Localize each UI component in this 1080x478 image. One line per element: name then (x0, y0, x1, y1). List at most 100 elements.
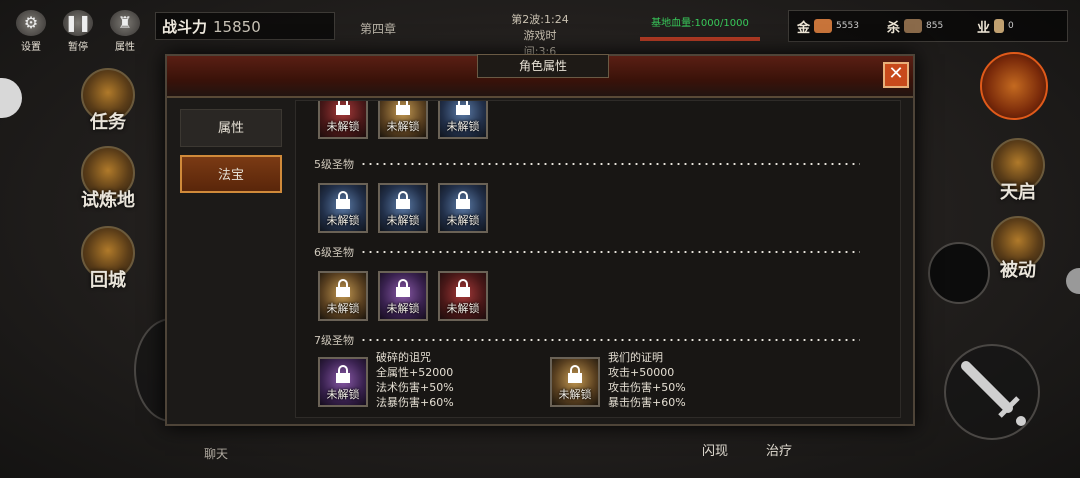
karma-label: 业 (977, 20, 991, 36)
locked-label: 未解锁 (326, 302, 360, 315)
chapter-label: 第四章 (360, 22, 397, 36)
chat-bubble-icon[interactable] (0, 78, 22, 118)
power-value: 15850 (213, 18, 261, 36)
locked-label: 未解锁 (326, 120, 360, 133)
pause-icon: ❚❚ (63, 10, 93, 36)
attributes-icon: ♜ (110, 10, 140, 36)
locked-label: 未解锁 (446, 214, 480, 227)
gold-stat: 金 5553 (797, 17, 887, 36)
relic-slot[interactable]: 未解锁 (438, 271, 488, 321)
skull-icon (904, 19, 923, 33)
gold-icon (814, 19, 833, 33)
lock-icon (336, 101, 350, 115)
attack-button[interactable] (944, 344, 1040, 440)
relic-name: 我们的证明 (608, 351, 663, 364)
pause-button[interactable]: ❚❚ 暂停 (58, 10, 98, 53)
locked-label: 未解锁 (558, 388, 592, 401)
side-toggle-button[interactable] (1066, 268, 1080, 294)
lock-icon (568, 365, 582, 383)
settings-label: 设置 (21, 42, 41, 53)
lock-icon (456, 101, 470, 115)
tab-attributes[interactable]: 属性 (180, 109, 282, 147)
wave-timer: 第2波:1:24 (511, 13, 569, 26)
apocalypse-button[interactable]: 天启 (988, 138, 1048, 204)
kill-stat: 杀 855 (887, 17, 977, 36)
power-label: 战斗力 (162, 18, 208, 36)
quest-label: 任务 (90, 112, 126, 133)
apocalypse-label: 天启 (1000, 182, 1036, 203)
relic-slot[interactable]: 未解锁 (438, 183, 488, 233)
locked-label: 未解锁 (386, 302, 420, 315)
base-hp: 基地血量:1000/1000 (640, 14, 760, 41)
relic-slot-our-proof[interactable]: 未解锁 (550, 357, 600, 407)
lock-icon (336, 191, 350, 209)
section-divider (360, 339, 860, 341)
sword-icon (961, 361, 1026, 426)
relic-slot[interactable]: 未解锁 (318, 183, 368, 233)
close-icon: ✕ (888, 63, 904, 84)
artifact-list[interactable]: 未解锁 未解锁 未解锁 5级圣物 未解锁 未解锁 未解锁 6级圣物 未解锁 未解… (295, 100, 901, 418)
locked-label: 未解锁 (446, 302, 480, 315)
character-attributes-dialog: 角色属性 ✕ 属性 法宝 未解锁 未解锁 未解锁 5级圣物 未解锁 未解锁 未解… (165, 54, 915, 426)
relic-slot[interactable]: 未解锁 (378, 271, 428, 321)
relic-stat: 攻击+50000 (608, 366, 675, 379)
quest-button[interactable]: 任务 (78, 68, 138, 134)
base-hp-label: 基地血量:1000/1000 (651, 18, 749, 29)
relic-info-broken-curse: 破碎的诅咒 全属性+52000 法术伤害+50% 法暴伤害+60% (376, 350, 454, 410)
locked-label: 未解锁 (386, 214, 420, 227)
attributes-label: 属性 (115, 42, 135, 53)
lock-icon (396, 101, 410, 115)
section-title-level6: 6级圣物 (314, 246, 354, 259)
karma-stat: 业 0 (977, 17, 1067, 36)
close-button[interactable]: ✕ (883, 62, 909, 88)
relic-slot-broken-curse[interactable]: 未解锁 (318, 357, 368, 407)
pause-label: 暂停 (68, 42, 88, 53)
section-title-level7: 7级圣物 (314, 334, 354, 347)
relic-slot[interactable]: 未解锁 (318, 101, 368, 139)
base-hp-bar (640, 37, 760, 41)
relic-name: 破碎的诅咒 (376, 351, 431, 364)
relic-stat: 全属性+52000 (376, 366, 454, 379)
hourglass-icon (994, 19, 1005, 33)
lock-icon (396, 279, 410, 297)
relic-stat: 法术伤害+50% (376, 381, 454, 394)
settings-button[interactable]: ⚙ 设置 (11, 10, 51, 53)
blink-skill-button[interactable]: 闪现 (702, 440, 728, 459)
relic-slot[interactable]: 未解锁 (318, 271, 368, 321)
relic-slot[interactable]: 未解锁 (378, 183, 428, 233)
relic-info-our-proof: 我们的证明 攻击+50000 攻击伤害+50% 暴击伤害+60% (608, 350, 686, 410)
kill-label: 杀 (887, 20, 901, 36)
lock-icon (456, 191, 470, 209)
relic-slot[interactable]: 未解锁 (438, 101, 488, 139)
relic-stat: 暴击伤害+60% (608, 396, 686, 409)
relic-stat: 法暴伤害+60% (376, 396, 454, 409)
tab-artifacts[interactable]: 法宝 (180, 155, 282, 193)
boss-portrait-icon[interactable] (980, 52, 1048, 120)
dialog-title: 角色属性 (477, 54, 609, 78)
attributes-button[interactable]: ♜ 属性 (105, 10, 145, 53)
locked-label: 未解锁 (446, 120, 480, 133)
chat-label[interactable]: 聊天 (204, 445, 228, 462)
relic-stat: 攻击伤害+50% (608, 381, 686, 394)
gold-value: 5553 (836, 21, 859, 31)
gold-label: 金 (797, 20, 811, 36)
gear-icon: ⚙ (16, 10, 46, 36)
trial-label: 试炼地 (81, 190, 135, 211)
skill-slot-button[interactable] (928, 242, 990, 304)
lock-icon (336, 279, 350, 297)
passive-button[interactable]: 被动 (988, 216, 1048, 282)
passive-label: 被动 (1000, 260, 1036, 281)
trial-button[interactable]: 试炼地 (78, 146, 138, 212)
return-town-button[interactable]: 回城 (78, 226, 138, 292)
kill-value: 855 (926, 21, 944, 31)
heal-skill-button[interactable]: 治疗 (766, 440, 792, 459)
lock-icon (336, 365, 350, 383)
locked-label: 未解锁 (326, 214, 360, 227)
locked-label: 未解锁 (386, 120, 420, 133)
section-divider (360, 251, 860, 253)
relic-slot[interactable]: 未解锁 (378, 101, 428, 139)
karma-value: 0 (1008, 21, 1014, 31)
locked-label: 未解锁 (326, 388, 360, 401)
section-title-level5: 5级圣物 (314, 158, 354, 171)
resource-panel: 金 5553 杀 855 业 0 (788, 10, 1068, 42)
